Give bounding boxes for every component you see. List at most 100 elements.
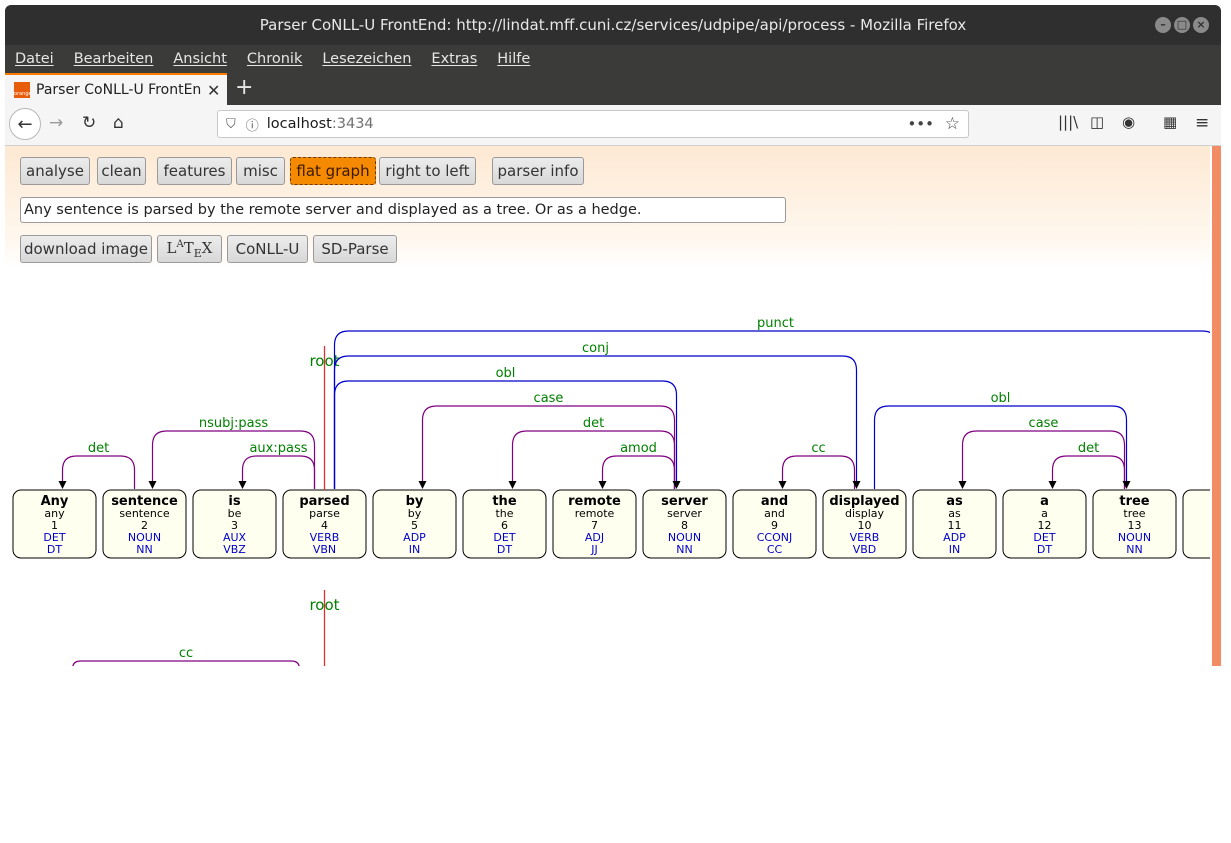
- arc-arrowhead: [418, 481, 427, 489]
- menu-lesezeichen[interactable]: Lesezeichen: [322, 51, 411, 67]
- token-xpos: CC: [767, 543, 783, 556]
- bookmark-star-icon[interactable]: ☆: [945, 114, 960, 134]
- latex-button[interactable]: LATEX: [157, 235, 222, 263]
- sdparse-button[interactable]: SD-Parse: [313, 235, 397, 263]
- clean-button[interactable]: clean: [97, 157, 146, 185]
- dependency-arc: [241, 455, 316, 489]
- home-icon[interactable]: ⌂: [113, 113, 124, 133]
- arc-arrowhead: [58, 481, 67, 489]
- vertical-scrollbar[interactable]: [1212, 146, 1221, 666]
- menu-extras[interactable]: Extras: [431, 51, 477, 67]
- dependency-arc-2: [72, 660, 300, 666]
- right-to-left-button[interactable]: right to left: [379, 157, 476, 185]
- menu-bearbeiten[interactable]: Bearbeiten: [74, 51, 154, 67]
- arc-arrowhead: [148, 481, 157, 489]
- arc-label: amod: [620, 441, 657, 456]
- arc-label: punct: [757, 316, 794, 331]
- token-xpos: DT: [1037, 543, 1052, 556]
- close-window-icon[interactable]: ×: [1193, 17, 1209, 33]
- arc-arrowhead: [958, 481, 967, 489]
- menu-datei[interactable]: Datei: [15, 51, 54, 67]
- token-xpos: JJ: [590, 543, 598, 556]
- tab-parser-frontend[interactable]: orange Parser CoNLL-U FrontEnd ✕: [5, 73, 227, 105]
- maximize-icon[interactable]: □: [1174, 17, 1190, 33]
- page-content: analyse clean features misc flat graph r…: [5, 146, 1221, 666]
- token-box: [1182, 489, 1210, 559]
- dependency-arc: [61, 455, 136, 489]
- conllu-button[interactable]: CoNLL-U: [227, 235, 308, 263]
- token-xpos: VBD: [853, 543, 877, 556]
- url-host: localhost: [266, 116, 332, 132]
- forward-icon[interactable]: →: [49, 113, 63, 133]
- download-image-button[interactable]: download image: [20, 235, 152, 263]
- dependency-arc: [961, 430, 1126, 489]
- dependency-graph: Anyany1DETDTsentencesentence2NOUNNNisbe3…: [12, 316, 1210, 666]
- token-xpos: VBZ: [223, 543, 246, 556]
- latex-logo: LATEX: [166, 238, 213, 260]
- token-xpos: VBN: [313, 543, 336, 556]
- account-icon[interactable]: ◉: [1122, 113, 1135, 131]
- sentence-input[interactable]: Any sentence is parsed by the remote ser…: [20, 197, 786, 223]
- reload-icon[interactable]: ↻: [82, 113, 96, 133]
- back-icon[interactable]: ←: [9, 108, 41, 140]
- parser-info-button[interactable]: parser info: [492, 157, 584, 185]
- navigation-toolbar: ← → ↻ ⌂ ⛉ ⓘ localhost:3434 ••• ☆ |||\ ◫ …: [5, 105, 1221, 146]
- arc-arrowhead: [778, 481, 787, 489]
- arc-label: conj: [582, 341, 609, 356]
- arc-arrowhead: [1122, 481, 1131, 489]
- orange-favicon-icon: orange: [14, 82, 30, 98]
- arc-label: det: [583, 416, 604, 431]
- arc-label: obl: [991, 391, 1011, 406]
- token-xpos: NN: [676, 543, 692, 556]
- url-bar[interactable]: ⛉ ⓘ localhost:3434 ••• ☆: [217, 110, 969, 138]
- new-tab-icon[interactable]: +: [235, 75, 253, 100]
- tab-title: Parser CoNLL-U FrontEnd: [36, 82, 201, 98]
- arc-label: cc: [811, 441, 825, 456]
- token-xpos: NN: [136, 543, 152, 556]
- library-icon[interactable]: |||\: [1058, 113, 1078, 131]
- token-xpos: DT: [47, 543, 62, 556]
- tab-close-icon[interactable]: ✕: [207, 81, 220, 100]
- arc-label-2: cc: [179, 646, 193, 661]
- flat-graph-button[interactable]: flat graph: [290, 157, 376, 185]
- arc-arrowhead: [508, 481, 517, 489]
- menu-chronik[interactable]: Chronik: [247, 51, 302, 67]
- dependency-arc: [781, 455, 856, 489]
- page-actions-icon[interactable]: •••: [907, 115, 934, 133]
- dependency-arc: [333, 380, 678, 489]
- analyse-button[interactable]: analyse: [20, 157, 90, 185]
- sidebar-icon[interactable]: ◫: [1090, 113, 1104, 131]
- dependency-arc: [333, 330, 1210, 489]
- url-port: :3434: [331, 116, 374, 132]
- token-xpos: IN: [409, 543, 420, 556]
- hamburger-menu-icon[interactable]: ≡: [1195, 113, 1209, 133]
- arc-label: aux:pass: [249, 441, 307, 456]
- arc-label: case: [1029, 416, 1059, 431]
- arc-label: det: [88, 441, 109, 456]
- features-button[interactable]: features: [157, 157, 232, 185]
- arc-arrowhead: [672, 481, 681, 489]
- window-title: Parser CoNLL-U FrontEnd: http://lindat.m…: [259, 16, 967, 34]
- arc-label: obl: [496, 366, 516, 381]
- menu-ansicht[interactable]: Ansicht: [173, 51, 227, 67]
- arc-label: nsubj:pass: [199, 416, 268, 431]
- arc-arrowhead: [238, 481, 247, 489]
- extensions-icon[interactable]: ▦: [1163, 113, 1177, 131]
- dependency-arc: [601, 455, 676, 489]
- shield-icon[interactable]: ⛉: [226, 117, 236, 132]
- token-xpos: NN: [1126, 543, 1142, 556]
- info-icon[interactable]: ⓘ: [246, 115, 259, 134]
- dependency-arc: [151, 430, 316, 489]
- tab-bar: orange Parser CoNLL-U FrontEnd ✕ +: [5, 73, 1221, 105]
- misc-button[interactable]: misc: [236, 157, 285, 185]
- minimize-icon[interactable]: –: [1155, 17, 1171, 33]
- window-titlebar: Parser CoNLL-U FrontEnd: http://lindat.m…: [5, 5, 1221, 45]
- token-xpos: DT: [497, 543, 512, 556]
- arc-label: case: [534, 391, 564, 406]
- window-controls: – □ ×: [1155, 17, 1209, 33]
- dependency-arc: [1051, 455, 1126, 489]
- menu-hilfe[interactable]: Hilfe: [497, 51, 530, 67]
- token-xpos: IN: [949, 543, 960, 556]
- arc-arrowhead: [852, 481, 861, 489]
- app-toolbar: analyse clean features misc flat graph r…: [5, 146, 1210, 268]
